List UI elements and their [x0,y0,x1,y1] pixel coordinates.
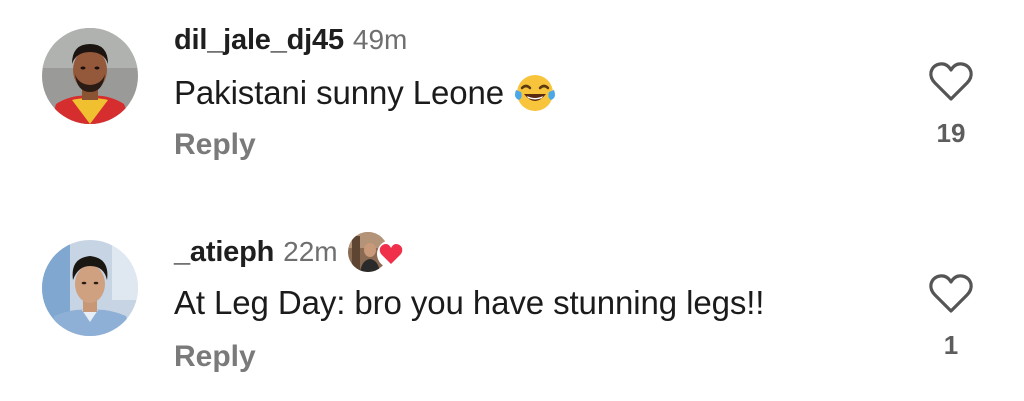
laughing-tears-emoji-icon [514,75,555,111]
heart-outline-icon[interactable] [928,60,974,104]
comment-text: Pakistani sunny Leone [174,72,556,114]
avatar-image [42,240,138,336]
comment-item: dil_jale_dj45 49m Pakistani sunny Leone … [0,0,1024,180]
like-count: 19 [936,118,966,148]
comment-text: At Leg Day: bro you have stunning legs!! [174,284,764,322]
heart-outline-icon[interactable] [928,272,974,316]
creator-heart-icon [376,240,405,268]
reply-button[interactable]: Reply [174,128,256,162]
avatar-image [42,28,138,124]
like-count: 1 [943,330,959,360]
username[interactable]: dil_jale_dj45 [174,24,344,57]
liked-by-creator-badge [347,230,406,274]
comment-item: _atieph 22m At Leg Day: bro you have stu… [0,212,1024,392]
comment-text-content: At Leg Day: bro you have stunning legs!! [174,284,765,321]
reply-button[interactable]: Reply [174,340,256,374]
username[interactable]: _atieph [174,236,274,269]
timestamp: 49m [352,24,408,55]
avatar[interactable] [42,240,138,336]
comment-header: _atieph 22m [174,232,406,272]
avatar[interactable] [42,28,138,124]
like-control: 1 [928,272,974,361]
comments-list: dil_jale_dj45 49m Pakistani sunny Leone … [0,0,1024,401]
comment-header: dil_jale_dj45 49m [174,22,407,58]
comment-text-content: Pakistani sunny Leone [174,74,504,111]
like-control: 19 [928,60,974,149]
timestamp: 22m [283,236,338,267]
